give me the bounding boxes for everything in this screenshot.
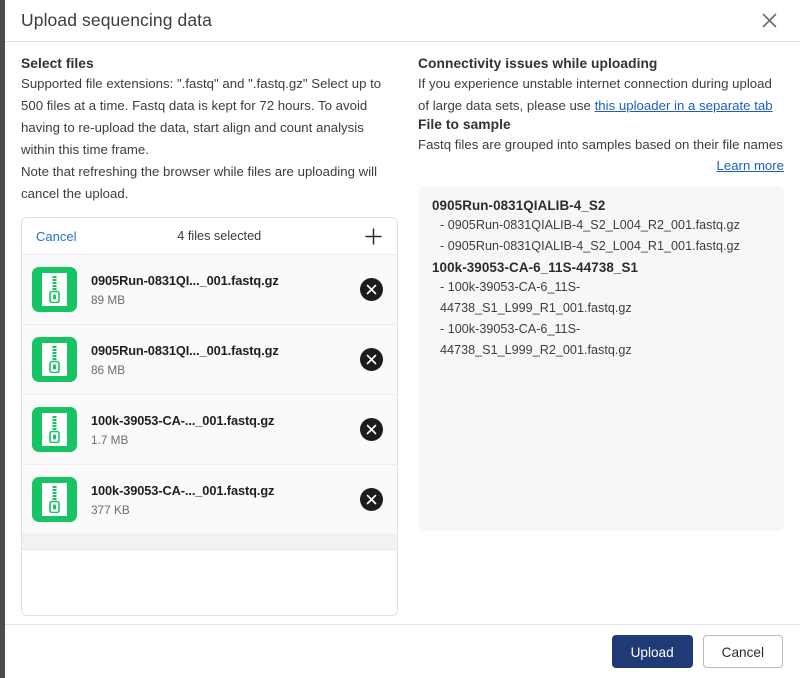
learn-more-link[interactable]: Learn more [717,158,784,173]
page-title: Upload sequencing data [21,10,212,30]
uploader-divider [22,535,397,550]
file-row: 100k-39053-CA-..._001.fastq.gz 1.7 MB [22,395,397,465]
file-meta: 0905Run-0831QI..._001.fastq.gz 89 MB [91,273,360,307]
file-dropzone[interactable] [22,550,397,615]
select-files-column: Select files Supported file extensions: … [5,42,408,624]
file-uploader-panel: Cancel 4 files selected 0905Run-0831QI..… [21,217,398,616]
refresh-warning-text: Note that refreshing the browser while f… [21,164,378,201]
file-meta: 100k-39053-CA-..._001.fastq.gz 1.7 MB [91,413,360,447]
file-name: 100k-39053-CA-..._001.fastq.gz [91,482,275,498]
remove-circle-icon[interactable] [360,488,383,511]
connectivity-text: If you experience unstable internet conn… [418,73,784,117]
help-column: Connectivity issues while uploading If y… [408,42,800,624]
select-files-heading: Select files [21,56,94,71]
file-size: 377 KB [91,502,130,517]
selected-file-list: 0905Run-0831QI..._001.fastq.gz 89 MB 0905R… [22,255,397,535]
file-row: 0905Run-0831QI..._001.fastq.gz 86 MB [22,325,397,395]
uploader-toolbar: Cancel 4 files selected [22,218,397,255]
dialog-footer: Upload Cancel [5,624,800,678]
files-selected-count: 4 files selected [177,229,262,243]
zip-file-icon [32,337,77,382]
file-size: 1.7 MB [91,432,129,447]
uploader-cancel-link[interactable]: Cancel [36,229,76,244]
remove-circle-icon[interactable] [360,348,383,371]
learn-more-row: Learn more [418,157,784,175]
sample-file: - 100k-39053-CA-6_11S-44738_S1_L999_R2_0… [440,322,632,357]
file-size: 89 MB [91,292,126,307]
sample-file: - 100k-39053-CA-6_11S-44738_S1_L999_R1_0… [440,280,632,315]
file-to-sample-text: Fastq files are grouped into samples bas… [418,137,783,152]
remove-circle-icon[interactable] [360,278,383,301]
sample-file: - 0905Run-0831QIALIB-4_S2_L004_R1_001.fa… [440,239,740,253]
file-meta: 100k-39053-CA-..._001.fastq.gz 377 KB [91,483,360,517]
supported-extensions-text: Supported file extensions: ".fastq" and … [21,76,382,157]
upload-button[interactable]: Upload [611,635,693,668]
file-row: 0905Run-0831QI..._001.fastq.gz 89 MB [22,255,397,325]
file-size: 86 MB [91,362,126,377]
file-name: 0905Run-0831QI..._001.fastq.gz [91,272,279,288]
file-to-sample-heading: File to sample [418,117,511,132]
dialog-header: Upload sequencing data [5,0,800,42]
file-name: 100k-39053-CA-..._001.fastq.gz [91,412,275,428]
zip-file-icon [32,407,77,452]
cancel-button[interactable]: Cancel [702,635,783,668]
remove-circle-icon[interactable] [360,418,383,441]
sample-name: 0905Run-0831QIALIB-4_S2 [432,198,606,213]
sample-group: 0905Run-0831QIALIB-4_S2 - 0905Run-0831QIA… [432,198,770,257]
file-row: 100k-39053-CA-..._001.fastq.gz 377 KB [22,465,397,535]
sample-name: 100k-39053-CA-6_11S-44738_S1 [432,260,639,275]
sample-group: 100k-39053-CA-6_11S-44738_S1 - 100k-39053… [432,260,770,361]
separate-tab-uploader-link[interactable]: this uploader in a separate tab [595,98,773,113]
upload-sequencing-data-dialog: Upload sequencing data Select files Supp… [5,0,800,678]
sample-grouping-panel: 0905Run-0831QIALIB-4_S2 - 0905Run-0831QIA… [418,186,784,531]
zip-file-icon [32,267,77,312]
file-name: 0905Run-0831QI..._001.fastq.gz [91,342,279,358]
plus-icon[interactable] [362,225,384,247]
zip-file-icon [32,477,77,522]
sample-file: - 0905Run-0831QIALIB-4_S2_L004_R2_001.fa… [440,218,740,232]
dialog-body: Select files Supported file extensions: … [5,42,800,624]
file-meta: 0905Run-0831QI..._001.fastq.gz 86 MB [91,343,360,377]
connectivity-heading: Connectivity issues while uploading [418,56,658,71]
close-icon[interactable] [756,8,782,34]
